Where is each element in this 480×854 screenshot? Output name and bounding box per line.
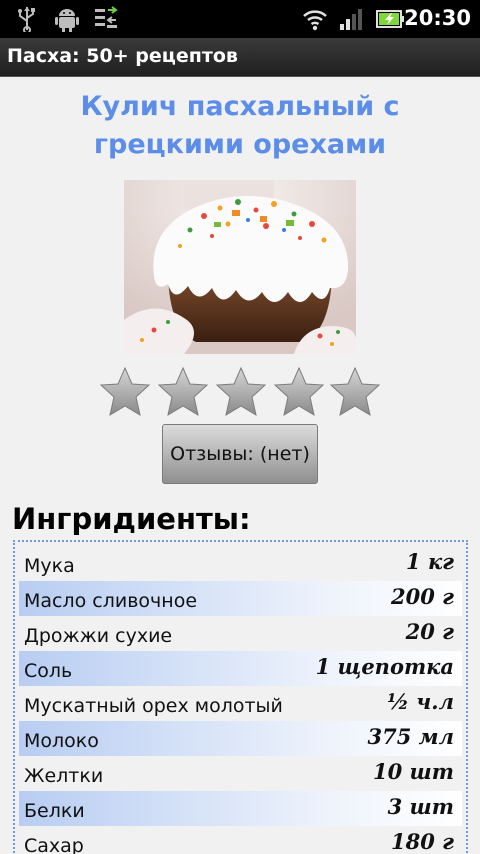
ingredient-row: Мускатный орех молотый ½ ч.л — [19, 686, 462, 721]
ingredient-quantity: 3 шт — [387, 794, 454, 819]
ingredient-row: Соль 1 щепотка — [19, 651, 462, 686]
ingredient-name: Белки — [24, 800, 85, 822]
recipe-title-line-1: Кулич пасхальный с — [80, 91, 400, 122]
signal-icon — [340, 9, 362, 30]
ingredient-row: Молоко 375 мл — [19, 721, 462, 756]
ingredient-name: Соль — [24, 660, 73, 682]
wifi-icon — [303, 10, 327, 31]
recipe-title-line-2: грецкими орехами — [93, 129, 387, 160]
ingredient-quantity: 375 мл — [367, 724, 454, 749]
ingredient-name: Желтки — [24, 765, 104, 787]
usb-icon — [18, 7, 35, 32]
star-icon-3[interactable] — [215, 366, 267, 418]
ingredient-quantity: ½ ч.л — [387, 689, 454, 714]
recipe-photo — [124, 180, 356, 354]
ingredient-name: Дрожжи сухие — [24, 625, 173, 647]
ingredient-quantity: 180 г — [391, 829, 454, 854]
ingredient-name: Мускатный орех молотый — [24, 695, 283, 717]
ingredient-name: Сахар — [24, 835, 84, 854]
app-title-bar: Пасха: 50+ рецептов — [0, 38, 480, 77]
star-icon-1[interactable] — [99, 366, 151, 418]
ingredient-quantity: 10 шт — [373, 759, 454, 784]
ingredient-quantity: 200 г — [391, 584, 454, 609]
status-bar: 20:30 — [0, 0, 480, 38]
ingredients-heading: Ингридиенты: — [12, 502, 251, 536]
ingredient-name: Молоко — [24, 730, 99, 752]
ingredients-table: Мука 1 кг Масло сливочное 200 г Дрожжи с… — [13, 540, 468, 854]
ingredient-name: Масло сливочное — [24, 590, 198, 612]
clock: 20:30 — [404, 6, 471, 30]
ingredient-quantity: 1 кг — [406, 549, 454, 574]
android-debug-icon — [55, 9, 79, 32]
sync-icon — [95, 6, 118, 28]
ingredient-name: Мука — [24, 555, 75, 577]
app-title: Пасха: 50+ рецептов — [7, 45, 238, 67]
battery-charging-icon — [376, 10, 404, 28]
ingredient-row: Желтки 10 шт — [19, 756, 462, 791]
rating-stars[interactable] — [99, 366, 383, 418]
recipe-title: Кулич пасхальный с грецкими орехами — [0, 88, 480, 164]
ingredient-quantity: 1 щепотка — [315, 654, 454, 679]
reviews-button[interactable]: Отзывы: (нет) — [162, 424, 318, 484]
ingredient-row: Дрожжи сухие 20 г — [19, 616, 462, 651]
ingredient-row: Мука 1 кг — [19, 546, 462, 581]
ingredient-quantity: 20 г — [405, 619, 454, 644]
recipe-content[interactable]: Кулич пасхальный с грецкими орехами Отзы… — [0, 78, 480, 854]
ingredient-row: Белки 3 шт — [19, 791, 462, 826]
star-icon-5[interactable] — [329, 366, 381, 418]
ingredient-row: Сахар 180 г — [19, 826, 462, 854]
star-icon-4[interactable] — [273, 366, 325, 418]
ingredient-row: Масло сливочное 200 г — [19, 581, 462, 616]
star-icon-2[interactable] — [157, 366, 209, 418]
